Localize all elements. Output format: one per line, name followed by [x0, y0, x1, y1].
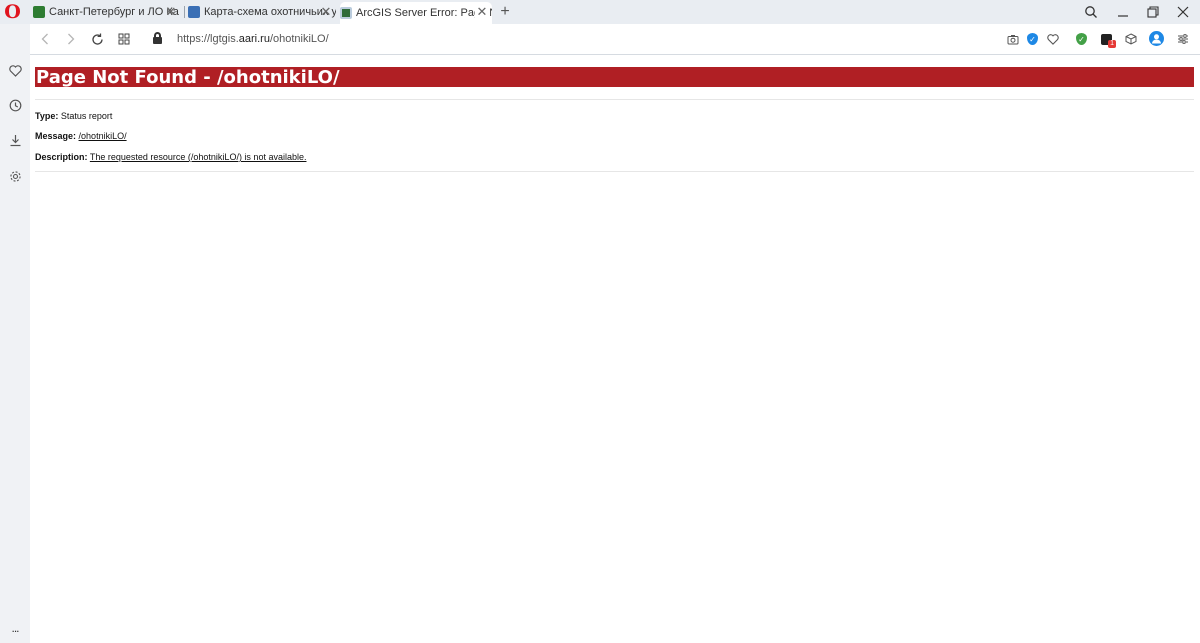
tab-spb-map[interactable]: Санкт-Петербург и ЛО Ка ✕ — [33, 2, 181, 22]
tab-hunting-map[interactable]: Карта-схема охотничьих у ✕ — [188, 2, 336, 22]
history-clock-icon[interactable] — [6, 96, 24, 114]
close-tab-icon[interactable]: ✕ — [475, 4, 489, 20]
tab-title: ArcGIS Server Error: Page N — [356, 7, 492, 19]
close-tab-icon[interactable]: ✕ — [164, 4, 178, 20]
divider — [35, 171, 1194, 172]
restore-button[interactable] — [1143, 2, 1163, 22]
tab-title: Санкт-Петербург и ЛО Ка — [49, 6, 179, 18]
message-value: /ohotnikiLO/ — [78, 131, 127, 141]
account-icon[interactable] — [1149, 31, 1164, 46]
sidebar: ... — [0, 24, 30, 643]
url-field[interactable]: https://lgtgis.aari.ru/ohotnikiLO/ — [177, 33, 329, 45]
lock-icon[interactable] — [153, 32, 162, 44]
minimize-button[interactable] — [1113, 2, 1133, 22]
url-domain: aari.ru — [238, 33, 270, 45]
type-row: Type: Status report — [35, 111, 112, 121]
close-window-button[interactable] — [1173, 2, 1193, 22]
divider — [35, 99, 1194, 100]
description-label: Description: — [35, 152, 88, 162]
tab-search-icon[interactable] — [1081, 2, 1101, 22]
url-path: /ohotnikiLO/ — [269, 33, 329, 45]
globe-icon — [340, 7, 352, 19]
message-row: Message: /ohotnikiLO/ — [35, 131, 127, 141]
settings-gear-icon[interactable] — [6, 167, 24, 185]
close-tab-icon[interactable]: ✕ — [319, 4, 333, 20]
extension-badge-count: 1 — [1108, 40, 1116, 48]
settings-sliders-icon[interactable] — [1176, 32, 1190, 46]
page-content: Page Not Found - /ohotnikiLO/ Type: Stat… — [30, 55, 1200, 643]
opera-logo-icon[interactable]: O — [4, 3, 21, 22]
tab-separator — [184, 6, 185, 18]
extension-badge-icon[interactable]: 1 — [1101, 34, 1116, 48]
download-icon[interactable] — [6, 131, 24, 149]
heart-icon[interactable] — [6, 62, 24, 80]
message-label: Message: — [35, 131, 77, 141]
green-ball-icon — [33, 6, 45, 18]
tab-title: Карта-схема охотничьих у — [204, 6, 336, 18]
adblock-shield-icon[interactable]: ✓ — [1076, 33, 1087, 45]
back-button[interactable] — [37, 31, 53, 47]
type-value: Status report — [60, 111, 113, 121]
reload-button[interactable] — [89, 31, 105, 47]
shield-check-icon[interactable]: ✓ — [1027, 33, 1038, 45]
cube-icon[interactable] — [1124, 32, 1138, 46]
tab-strip: O Санкт-Петербург и ЛО Ка ✕ Карта-схема … — [0, 0, 1200, 24]
heart-icon[interactable] — [1046, 32, 1060, 46]
map-icon — [188, 6, 200, 18]
camera-icon[interactable] — [1006, 32, 1020, 46]
type-label: Type: — [35, 111, 59, 121]
forward-button[interactable] — [63, 31, 79, 47]
url-prefix: https://lgtgis. — [177, 33, 239, 45]
address-bar: https://lgtgis.aari.ru/ohotnikiLO/ ✓ ✓ 1 — [30, 24, 1200, 55]
page-title: Page Not Found - /ohotnikiLO/ — [35, 67, 1194, 88]
description-value: The requested resource (/ohotnikiLO/) is… — [89, 152, 307, 162]
description-row: Description: The requested resource (/oh… — [35, 152, 306, 162]
tabs-grid-icon[interactable] — [116, 31, 132, 47]
tab-arcgis-error[interactable]: ArcGIS Server Error: Page N ✕ — [340, 2, 492, 24]
new-tab-button[interactable]: + — [498, 3, 512, 21]
sidebar-more-icon[interactable]: ... — [6, 621, 24, 635]
